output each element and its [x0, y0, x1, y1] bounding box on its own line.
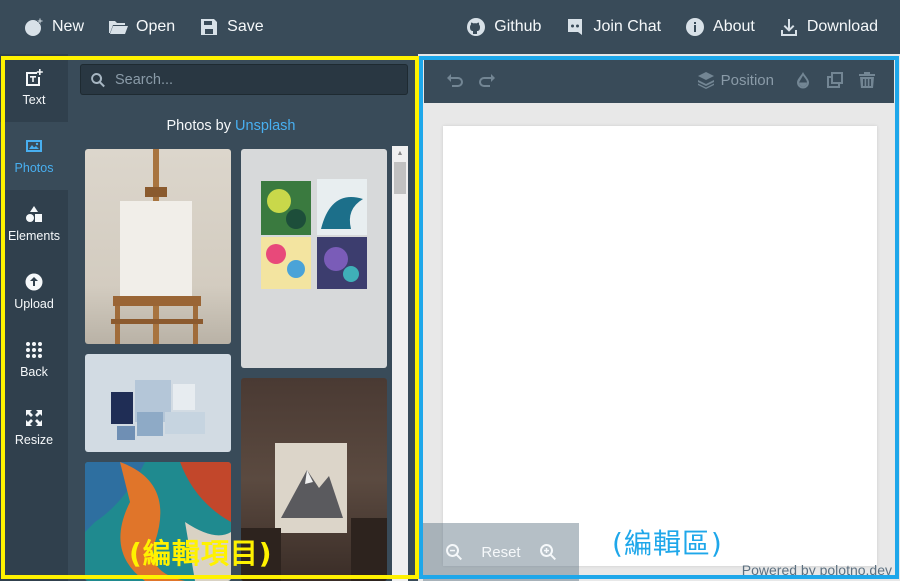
shapes-icon: [26, 206, 42, 222]
gallery-scrollbar[interactable]: ▲: [392, 146, 408, 581]
join-chat-label: Join Chat: [593, 18, 662, 35]
opacity-button[interactable]: [794, 71, 812, 89]
editor-toolbar: Position: [424, 57, 894, 103]
navbar-right-group: Github Join Chat About Download: [466, 17, 878, 37]
photos-panel: Photos by Unsplash: [68, 54, 418, 581]
duplicate-icon: [827, 72, 843, 88]
unsplash-link[interactable]: Unsplash: [235, 118, 295, 134]
resize-icon: [26, 410, 42, 426]
save-button[interactable]: Save: [199, 17, 264, 37]
tab-upload[interactable]: Upload: [0, 258, 68, 326]
scrollbar-thumb[interactable]: [394, 162, 406, 194]
search-icon: [91, 72, 105, 87]
download-label: Download: [806, 18, 878, 35]
discord-icon: [568, 19, 583, 35]
photo-gallery: [85, 149, 387, 581]
history-group: [446, 71, 496, 89]
powered-by-credit[interactable]: Powered by polotno.dev: [742, 562, 892, 578]
position-button[interactable]: Position: [697, 71, 774, 89]
about-button[interactable]: About: [685, 17, 755, 37]
tab-elements-label: Elements: [7, 229, 61, 243]
about-label: About: [713, 18, 755, 35]
zoom-out-button[interactable]: [445, 543, 463, 561]
photo-icon: [26, 140, 42, 152]
download-icon: [780, 19, 797, 36]
tab-resize-label: Resize: [14, 433, 54, 447]
tab-text[interactable]: Text: [0, 54, 68, 122]
tab-text-label: Text: [22, 93, 46, 107]
easel-illustration: [111, 149, 203, 344]
undo-button[interactable]: [446, 71, 464, 89]
redo-button[interactable]: [478, 71, 496, 89]
undo-icon: [447, 74, 463, 87]
delete-button[interactable]: [858, 71, 876, 89]
photo-blue-swatches[interactable]: [85, 354, 231, 452]
duplicate-button[interactable]: [826, 71, 844, 89]
zoom-in-button[interactable]: [539, 543, 557, 561]
edit-items-caption: (編輯項目): [129, 537, 273, 570]
droplet-icon: [797, 72, 809, 89]
editor-workspace: Position Powered by polotno.dev: [418, 54, 900, 581]
search-input[interactable]: [115, 71, 395, 88]
photo-easel[interactable]: [85, 149, 231, 344]
trash-icon: [859, 72, 875, 88]
new-button[interactable]: New: [24, 17, 84, 37]
zoom-reset-label: Reset: [481, 543, 521, 561]
download-button[interactable]: Download: [779, 17, 878, 37]
zoom-out-icon: [446, 544, 462, 561]
element-actions-group: Position: [697, 71, 876, 89]
info-icon: [686, 18, 705, 36]
save-label: Save: [227, 18, 264, 35]
position-label: Position: [720, 71, 774, 89]
layers-icon: [697, 72, 714, 89]
design-page-canvas[interactable]: [443, 126, 877, 566]
open-button[interactable]: Open: [108, 17, 175, 37]
zoom-in-icon: [540, 544, 556, 561]
grid-icon: [26, 342, 42, 358]
tab-elements[interactable]: Elements: [0, 190, 68, 258]
redo-icon: [479, 74, 495, 87]
photos-credit: Photos by Unsplash: [68, 118, 394, 134]
paintings-illustration: [261, 179, 367, 289]
github-icon: [467, 18, 486, 36]
tab-upload-label: Upload: [14, 297, 54, 311]
tab-back-label: Back: [20, 365, 48, 379]
credit-prefix: Photos by: [166, 118, 236, 134]
tab-back[interactable]: Back: [0, 326, 68, 394]
text-icon: [26, 69, 43, 86]
search-box: [80, 64, 408, 95]
edit-area-caption: (編輯區): [612, 527, 723, 560]
join-chat-button[interactable]: Join Chat: [565, 17, 661, 37]
tab-photos-label: Photos: [14, 161, 54, 175]
new-label: New: [52, 18, 85, 35]
zoom-reset-button[interactable]: Reset: [481, 544, 520, 561]
navbar-left-group: New Open Save: [24, 17, 264, 37]
new-icon: [25, 18, 43, 36]
tab-resize[interactable]: Resize: [0, 394, 68, 462]
open-label: Open: [136, 18, 176, 35]
github-label: Github: [494, 18, 542, 35]
top-navbar: New Open Save Github Join Chat About Dow…: [0, 0, 900, 54]
upload-icon: [25, 273, 43, 291]
swatches-illustration: [111, 380, 205, 440]
github-button[interactable]: Github: [466, 17, 541, 37]
photo-four-paintings[interactable]: [241, 149, 387, 368]
zoom-controls: Reset: [423, 523, 579, 581]
side-tabs: Text Photos Elements Upload Back Resize: [0, 54, 68, 581]
folder-open-icon: [109, 21, 129, 34]
floppy-disk-icon: [201, 19, 218, 35]
scroll-up-arrow-icon[interactable]: ▲: [392, 146, 408, 160]
tab-photos[interactable]: Photos: [0, 122, 68, 190]
